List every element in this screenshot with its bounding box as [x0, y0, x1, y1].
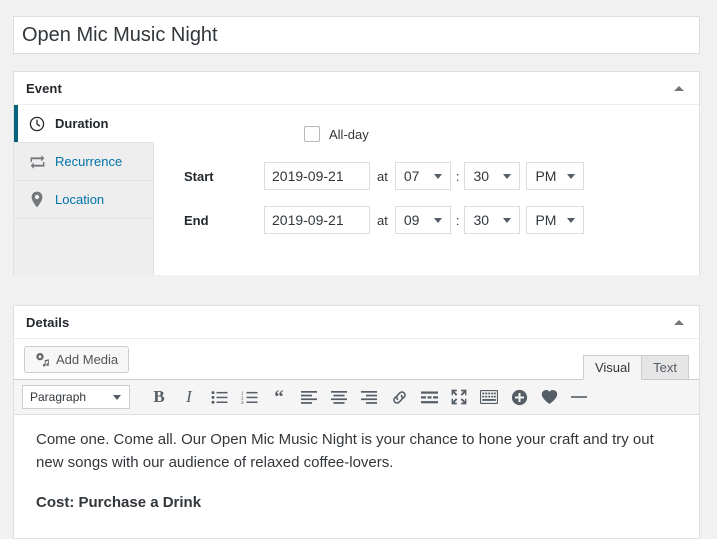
start-at-text: at	[377, 168, 388, 184]
editor-content-area[interactable]: Come one. Come all. Our Open Mic Music N…	[14, 415, 699, 535]
event-panel: Event Duration Recurrence Location All-d…	[13, 71, 700, 275]
editor-toolbar: Paragraph B I 1 2 3 “	[14, 379, 699, 415]
add-media-icon	[35, 352, 50, 367]
end-at-text: at	[377, 212, 388, 228]
tab-list-filler	[14, 219, 153, 275]
page-root: Event Duration	[0, 0, 717, 539]
tab-location[interactable]: Location	[14, 181, 153, 219]
end-date-input[interactable]	[264, 206, 370, 234]
event-panel-title: Event	[26, 80, 62, 96]
event-panel-header: Event	[14, 72, 699, 105]
start-row: Start at 07 : 30 PM	[154, 161, 699, 191]
details-panel-body: Add Media Visual Text Paragraph B I 1 2 …	[14, 339, 699, 535]
svg-text:3: 3	[241, 400, 244, 405]
tab-recurrence-label: Recurrence	[55, 154, 123, 169]
start-minute-select[interactable]: 30	[464, 162, 521, 190]
numbered-list-icon[interactable]: 1 2 3	[234, 383, 264, 411]
paragraph-format-select[interactable]: Paragraph	[22, 385, 130, 409]
end-hour-select[interactable]: 09	[394, 206, 451, 234]
post-title-field[interactable]	[13, 16, 700, 54]
insert-link-icon[interactable]	[384, 383, 414, 411]
editor-tab-text[interactable]: Text	[642, 355, 689, 380]
align-right-icon[interactable]	[354, 383, 384, 411]
details-panel: Details Add Media Visual Text Paragraph …	[13, 305, 700, 539]
start-label: Start	[184, 168, 214, 184]
all-day-row: All-day	[304, 119, 699, 149]
tab-recurrence[interactable]: Recurrence	[14, 143, 153, 181]
map-pin-icon	[28, 191, 46, 209]
horizontal-rule-icon[interactable]	[564, 383, 594, 411]
start-date-input[interactable]	[264, 162, 370, 190]
details-panel-header: Details	[14, 306, 699, 339]
details-panel-collapse-toggle[interactable]	[669, 312, 689, 332]
align-center-icon[interactable]	[324, 383, 354, 411]
all-day-label: All-day	[329, 126, 369, 142]
event-panel-collapse-toggle[interactable]	[669, 78, 689, 98]
read-more-icon[interactable]	[414, 383, 444, 411]
start-hour-select[interactable]: 07	[394, 162, 451, 190]
tab-location-label: Location	[55, 192, 105, 207]
chevron-up-icon	[674, 85, 684, 91]
toolbar-toggle-icon[interactable]	[474, 383, 504, 411]
event-panel-body: Duration Recurrence Location All-day Sta…	[14, 105, 699, 275]
editor-paragraph-2: Cost: Purchase a Drink	[36, 494, 202, 511]
post-title-input[interactable]	[14, 17, 699, 53]
start-meridiem-select[interactable]: PM	[526, 162, 585, 190]
add-circle-icon[interactable]	[504, 383, 534, 411]
heart-icon[interactable]	[534, 383, 564, 411]
tab-duration[interactable]: Duration	[14, 105, 154, 143]
all-day-checkbox[interactable]	[304, 126, 320, 142]
editor-media-bar: Add Media Visual Text	[14, 339, 699, 380]
end-meridiem-select[interactable]: PM	[526, 206, 585, 234]
editor-mode-tabs: Visual Text	[582, 355, 689, 380]
align-left-icon[interactable]	[294, 383, 324, 411]
bulleted-list-icon[interactable]	[204, 383, 234, 411]
tab-duration-label: Duration	[55, 116, 109, 131]
blockquote-icon[interactable]: “	[264, 383, 294, 411]
italic-icon[interactable]: I	[174, 383, 204, 411]
bold-icon[interactable]: B	[144, 383, 174, 411]
start-time-separator: :	[455, 168, 460, 184]
duration-pane: All-day Start at 07 : 30 PM End at 09	[154, 105, 699, 275]
details-panel-title: Details	[26, 314, 70, 330]
event-tab-list: Duration Recurrence Location	[14, 105, 154, 275]
end-label: End	[184, 212, 209, 228]
editor-paragraph-1: Come one. Come all. Our Open Mic Music N…	[36, 431, 654, 471]
add-media-label: Add Media	[56, 352, 119, 367]
editor-tab-visual[interactable]: Visual	[582, 355, 643, 380]
repeat-icon	[28, 153, 46, 171]
add-media-button[interactable]: Add Media	[24, 346, 130, 373]
end-minute-select[interactable]: 30	[464, 206, 521, 234]
fullscreen-icon[interactable]	[444, 383, 474, 411]
end-row: End at 09 : 30 PM	[154, 205, 699, 235]
end-time-separator: :	[455, 212, 460, 228]
chevron-up-icon	[674, 319, 684, 325]
clock-icon	[28, 115, 46, 133]
